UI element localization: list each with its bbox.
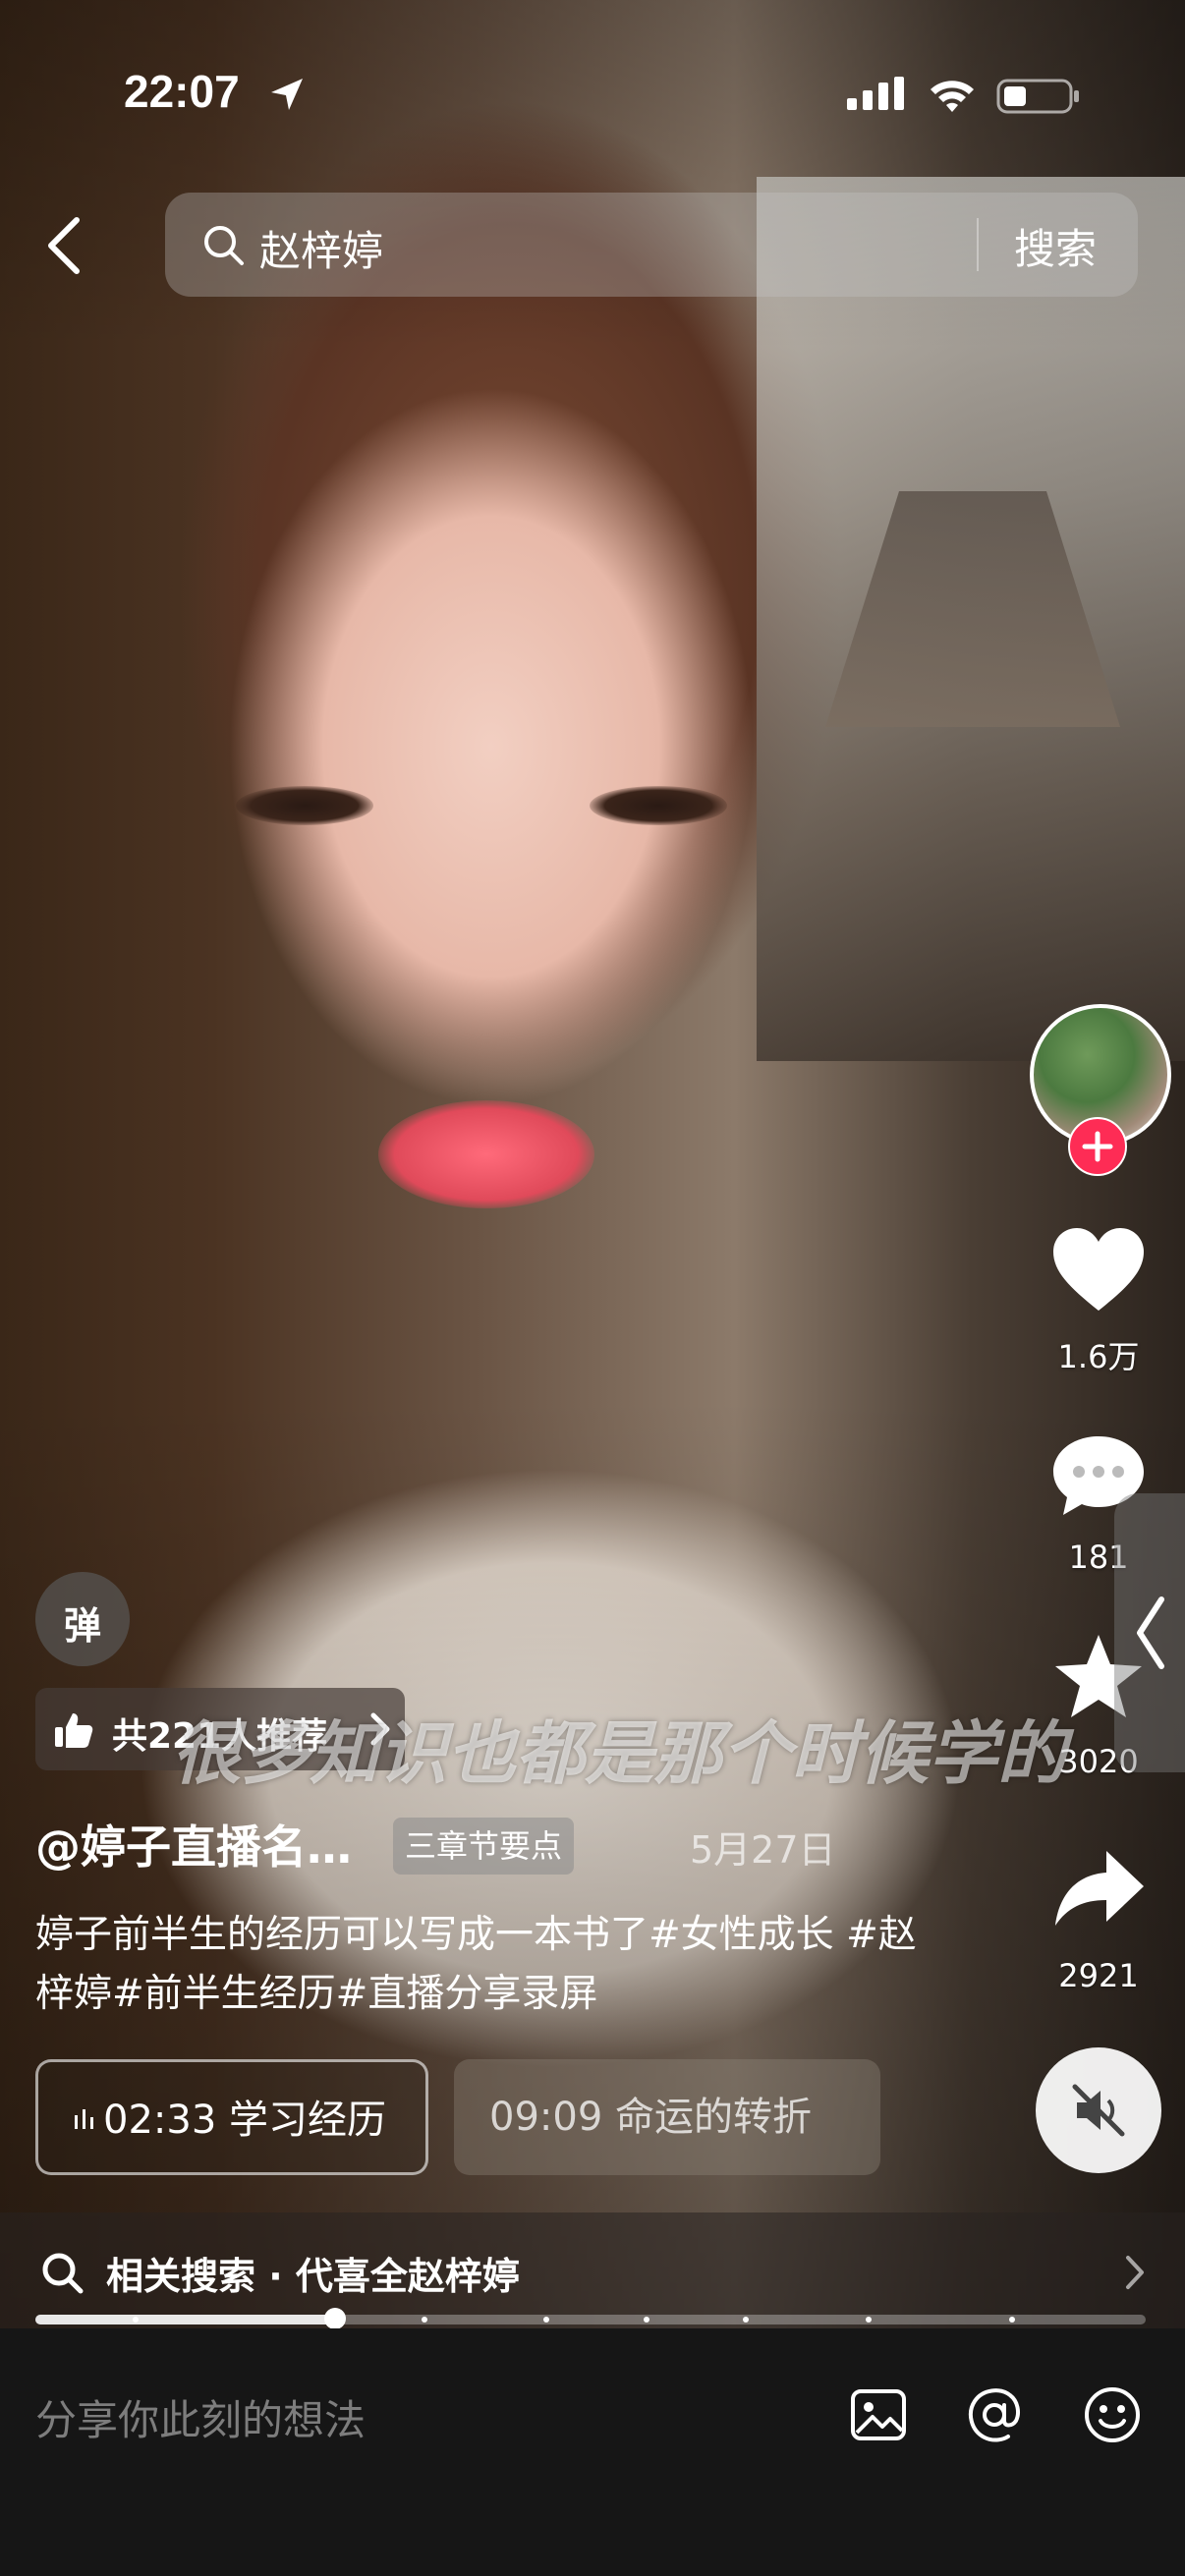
search-button[interactable]: 搜索 [1014, 216, 1097, 276]
thumbs-up-icon [55, 1713, 93, 1748]
comment-bar: 分享你此刻的想法 [0, 2328, 1185, 2576]
search-icon [204, 226, 244, 265]
share-count: 2921 [1058, 1957, 1139, 1994]
chevron-right-icon [1126, 2256, 1144, 2289]
mute-button[interactable] [1036, 2047, 1161, 2173]
chapter-marker [421, 2317, 427, 2323]
progress-fill [35, 2315, 336, 2324]
search-input[interactable]: 赵梓婷 [259, 218, 383, 278]
chapter-marker [643, 2317, 649, 2323]
search-icon [42, 2253, 84, 2294]
wifi-icon [931, 81, 974, 112]
chapter-2-time: 09:09 [489, 2095, 603, 2140]
related-search-text: 相关搜索 · 代喜全赵梓婷 [106, 2255, 520, 2298]
danmu-toggle-button[interactable]: 弹 [35, 1572, 130, 1666]
at-icon[interactable] [963, 2383, 1026, 2446]
chapter-marker [542, 2317, 549, 2323]
like-count: 1.6万 [1057, 1338, 1140, 1375]
comment-input[interactable]: 分享你此刻的想法 [35, 2387, 366, 2447]
status-time: 22:07 [124, 66, 240, 117]
chapter-2-title: 命运的转折 [615, 2095, 812, 2140]
chapter-1-title: 学习经历 [229, 2098, 386, 2143]
chapter-marker [865, 2317, 872, 2323]
signal-icon [847, 77, 904, 110]
chapter-marker [743, 2317, 750, 2323]
audio-bars-icon [75, 2109, 93, 2129]
chapter-1-time: 02:33 [103, 2098, 217, 2143]
related-search-bar[interactable]: 相关搜索 · 代喜全赵梓婷 [0, 2212, 1185, 2328]
post-date: 5月27日 [690, 1828, 836, 1872]
progress-knob[interactable] [324, 2308, 347, 2329]
chapter-marker [132, 2317, 139, 2323]
post-description: 婷子前半生的经历可以写成一本书了#女性成长 #赵梓婷#前半生经历#直播分享录屏 [35, 1913, 917, 2016]
location-arrow-icon [271, 79, 303, 110]
side-drawer-tab[interactable] [1114, 1493, 1185, 1772]
battery-icon [996, 79, 1079, 114]
author-name[interactable]: @婷子直播名… [35, 1812, 352, 1876]
video-subtitle: 很多知识也都是那个时候学的 [172, 1712, 1066, 1794]
follow-button[interactable] [1067, 1116, 1128, 1177]
emoji-icon[interactable] [1081, 2383, 1144, 2446]
image-icon[interactable] [847, 2383, 910, 2446]
chapter-button-1[interactable]: 02:33 学习经历 [35, 2059, 428, 2175]
danmu-label: 弹 [63, 1604, 101, 1648]
chapter-button-2[interactable]: 09:09 命运的转折 [454, 2059, 880, 2175]
search-divider [977, 218, 979, 271]
video-progress-bar[interactable] [35, 2308, 1146, 2329]
status-bar: 22:07 [0, 0, 1185, 187]
chevron-left-icon [1137, 1596, 1164, 1669]
search-bar[interactable]: 赵梓婷 搜索 [165, 193, 1138, 297]
back-icon[interactable] [39, 214, 94, 277]
chapter-marker [1009, 2317, 1016, 2323]
heart-icon[interactable] [1049, 1224, 1148, 1315]
share-icon[interactable] [1049, 1843, 1148, 1933]
chapter-summary-tag[interactable]: 三章节要点 [393, 1818, 575, 1875]
mute-icon [1072, 2084, 1125, 2137]
